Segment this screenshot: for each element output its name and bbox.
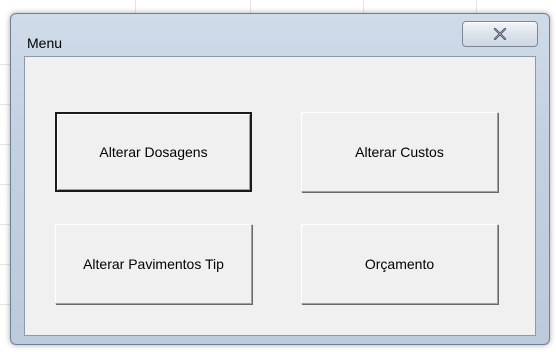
close-icon <box>493 28 507 40</box>
dialog-title: Menu <box>27 35 63 51</box>
dialog-titlebar[interactable]: Menu <box>11 14 549 56</box>
close-button[interactable] <box>462 21 538 47</box>
alterar-pavimentos-button[interactable]: Alterar Pavimentos Tip <box>55 224 252 304</box>
orcamento-button[interactable]: Orçamento <box>301 224 498 304</box>
alterar-dosagens-button[interactable]: Alterar Dosagens <box>55 112 252 192</box>
alterar-custos-button[interactable]: Alterar Custos <box>301 112 498 192</box>
menu-dialog: Menu Alterar Dosagens Alterar Custos Alt… <box>10 13 550 345</box>
dialog-client-area: Alterar Dosagens Alterar Custos Alterar … <box>24 56 536 336</box>
